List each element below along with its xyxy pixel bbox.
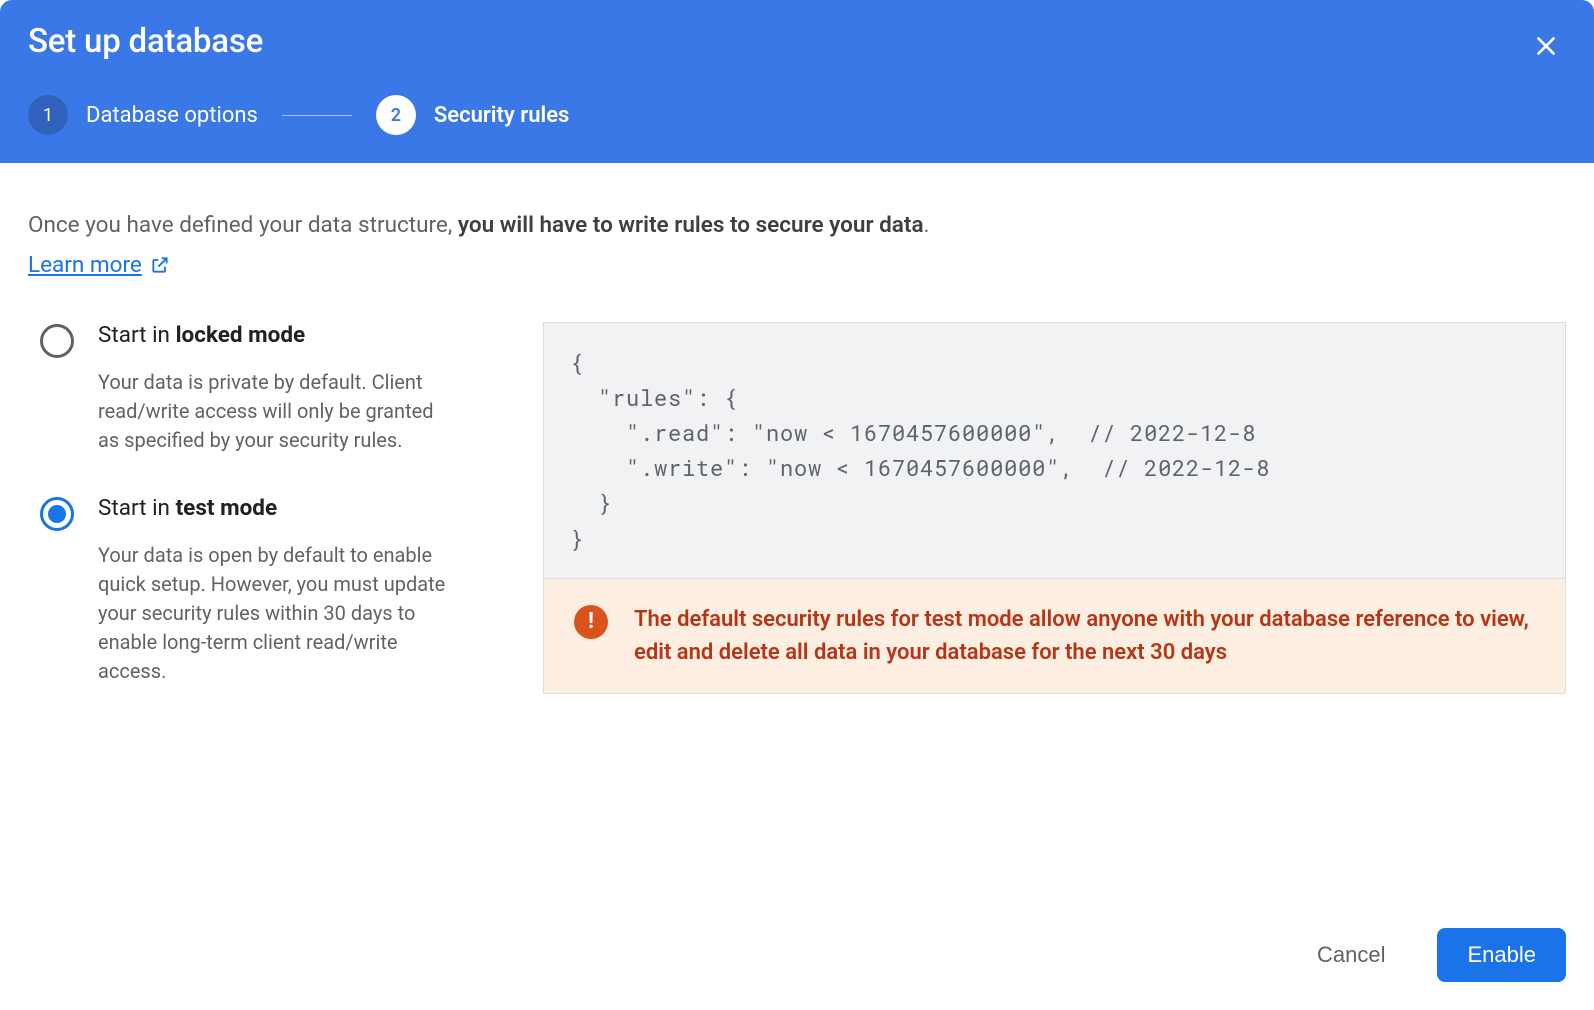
warning-icon: !	[574, 605, 608, 639]
option-locked-mode[interactable]: Start in locked mode Your data is privat…	[28, 322, 515, 495]
step-security-rules[interactable]: 2 Security rules	[376, 95, 570, 135]
option-title: Start in test mode	[98, 495, 458, 521]
step-database-options[interactable]: 1 Database options	[28, 95, 258, 135]
external-link-icon	[150, 255, 170, 275]
step-number: 2	[376, 95, 416, 135]
learn-more-link[interactable]: Learn more	[28, 252, 170, 278]
cancel-button[interactable]: Cancel	[1287, 928, 1415, 982]
dialog-header: Set up database 1 Database options 2 Sec…	[0, 0, 1594, 163]
learn-more-label: Learn more	[28, 252, 142, 278]
rules-preview-column: { "rules": { ".read": "now < 16704576000…	[543, 322, 1566, 726]
intro-text: Once you have defined your data structur…	[28, 209, 1566, 242]
option-description: Your data is open by default to enable q…	[98, 541, 458, 686]
close-icon	[1533, 33, 1559, 59]
option-title: Start in locked mode	[98, 322, 458, 348]
mode-options: Start in locked mode Your data is privat…	[28, 322, 515, 726]
enable-button[interactable]: Enable	[1437, 928, 1566, 982]
radio-icon	[40, 497, 74, 531]
option-description: Your data is private by default. Client …	[98, 368, 458, 455]
setup-database-dialog: Set up database 1 Database options 2 Sec…	[0, 0, 1594, 1010]
step-divider	[282, 115, 352, 116]
dialog-content: Once you have defined your data structur…	[0, 163, 1594, 906]
radio-icon	[40, 324, 74, 358]
step-label: Database options	[86, 103, 258, 128]
step-label: Security rules	[434, 103, 570, 128]
warning-text: The default security rules for test mode…	[634, 603, 1535, 669]
option-test-mode[interactable]: Start in test mode Your data is open by …	[28, 495, 515, 726]
dialog-title: Set up database	[28, 22, 1566, 61]
warning-banner: ! The default security rules for test mo…	[543, 578, 1566, 694]
stepper: 1 Database options 2 Security rules	[28, 95, 1566, 135]
dialog-footer: Cancel Enable	[0, 906, 1594, 1010]
rules-code-preview: { "rules": { ".read": "now < 16704576000…	[543, 322, 1566, 578]
step-number: 1	[28, 95, 68, 135]
main-row: Start in locked mode Your data is privat…	[28, 322, 1566, 726]
close-button[interactable]	[1526, 26, 1566, 66]
